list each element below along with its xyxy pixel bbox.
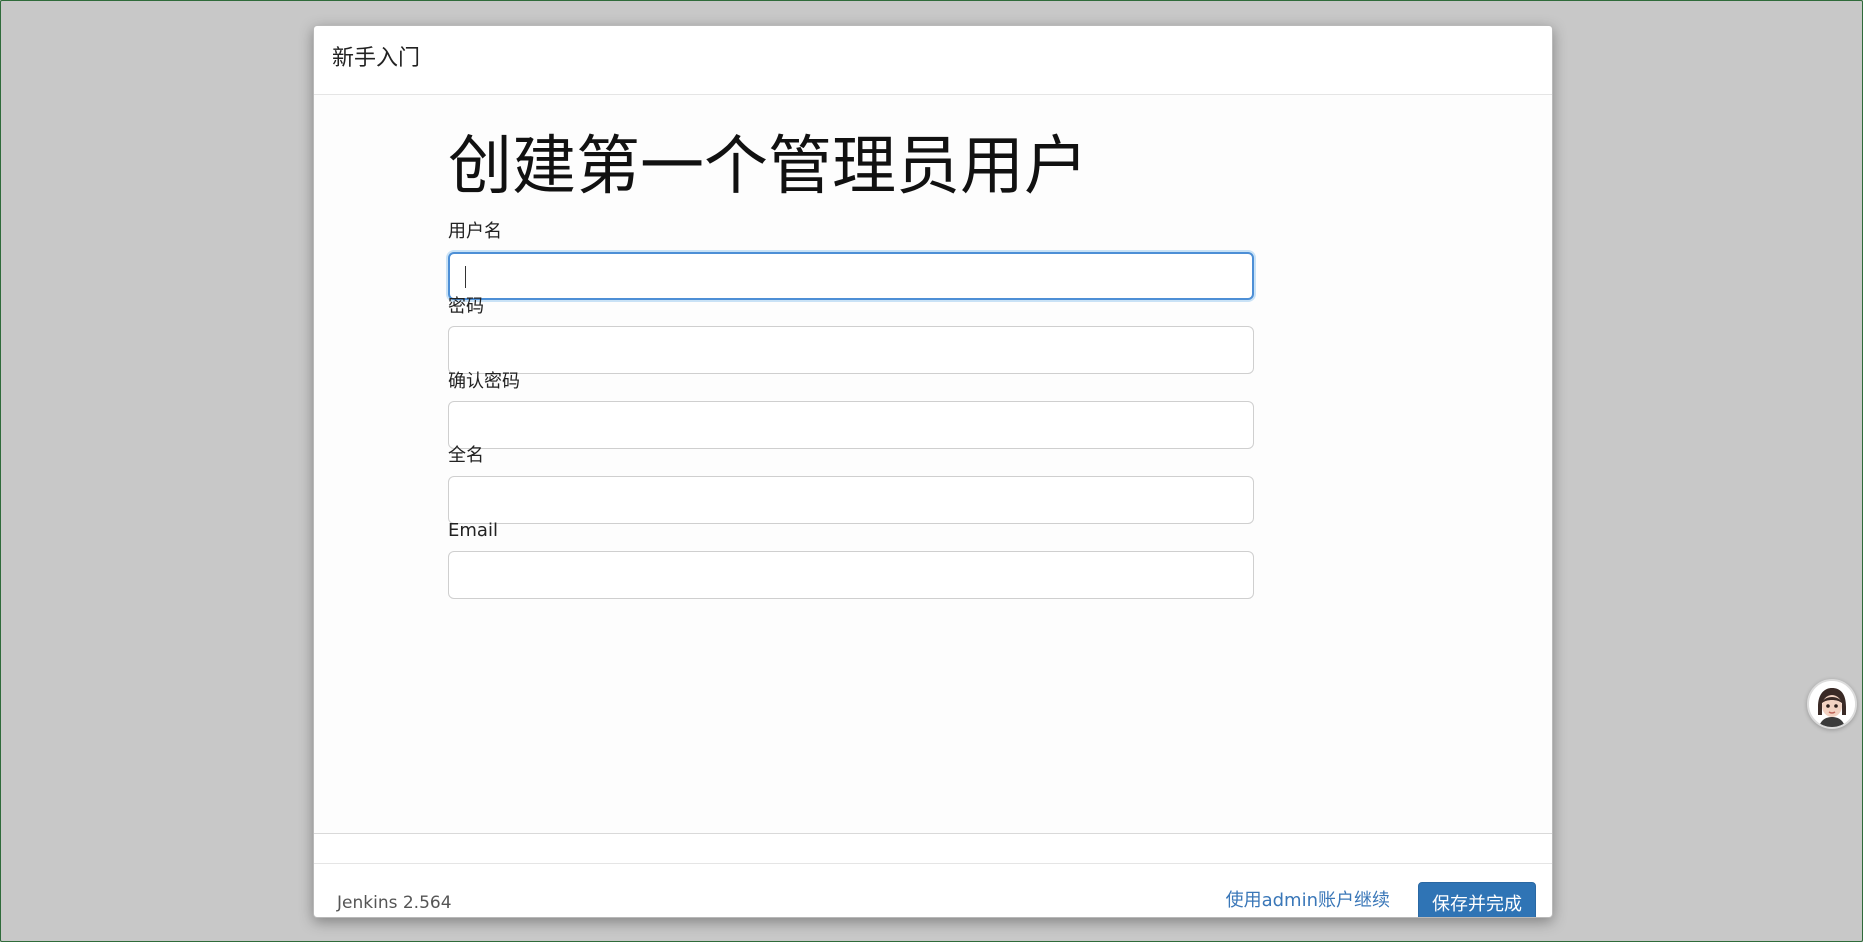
dialog-body: 创建第一个管理员用户 用户名 密码 确认密码 全名 Email [314, 95, 1552, 834]
save-and-finish-button[interactable]: 保存并完成 [1418, 882, 1536, 917]
confirm-password-label: 确认密码 [448, 371, 520, 392]
username-label: 用户名 [448, 221, 502, 242]
page-title: 创建第一个管理员用户 [448, 130, 1088, 204]
dialog-footer: Jenkins 2.564 使用admin账户继续 保存并完成 [314, 863, 1552, 917]
confirm-password-field[interactable] [448, 401, 1254, 449]
version-label: Jenkins 2.564 [337, 893, 452, 913]
dialog-header: 新手入门 [314, 26, 1552, 95]
full-name-label: 全名 [448, 445, 484, 466]
email-label: Email [448, 520, 498, 541]
password-label: 密码 [448, 296, 484, 317]
text-caret [465, 266, 466, 288]
assistant-avatar-icon[interactable] [1807, 679, 1857, 729]
password-field[interactable] [448, 326, 1254, 374]
continue-as-admin-link[interactable]: 使用admin账户继续 [1226, 892, 1390, 910]
dialog-title: 新手入门 [332, 46, 421, 71]
username-field[interactable] [448, 252, 1254, 300]
setup-wizard-dialog: 新手入门 创建第一个管理员用户 用户名 密码 确认密码 全名 Email Jen… [313, 25, 1553, 918]
full-name-field[interactable] [448, 476, 1254, 524]
assistant-face-icon [1809, 681, 1855, 727]
email-field[interactable] [448, 551, 1254, 599]
